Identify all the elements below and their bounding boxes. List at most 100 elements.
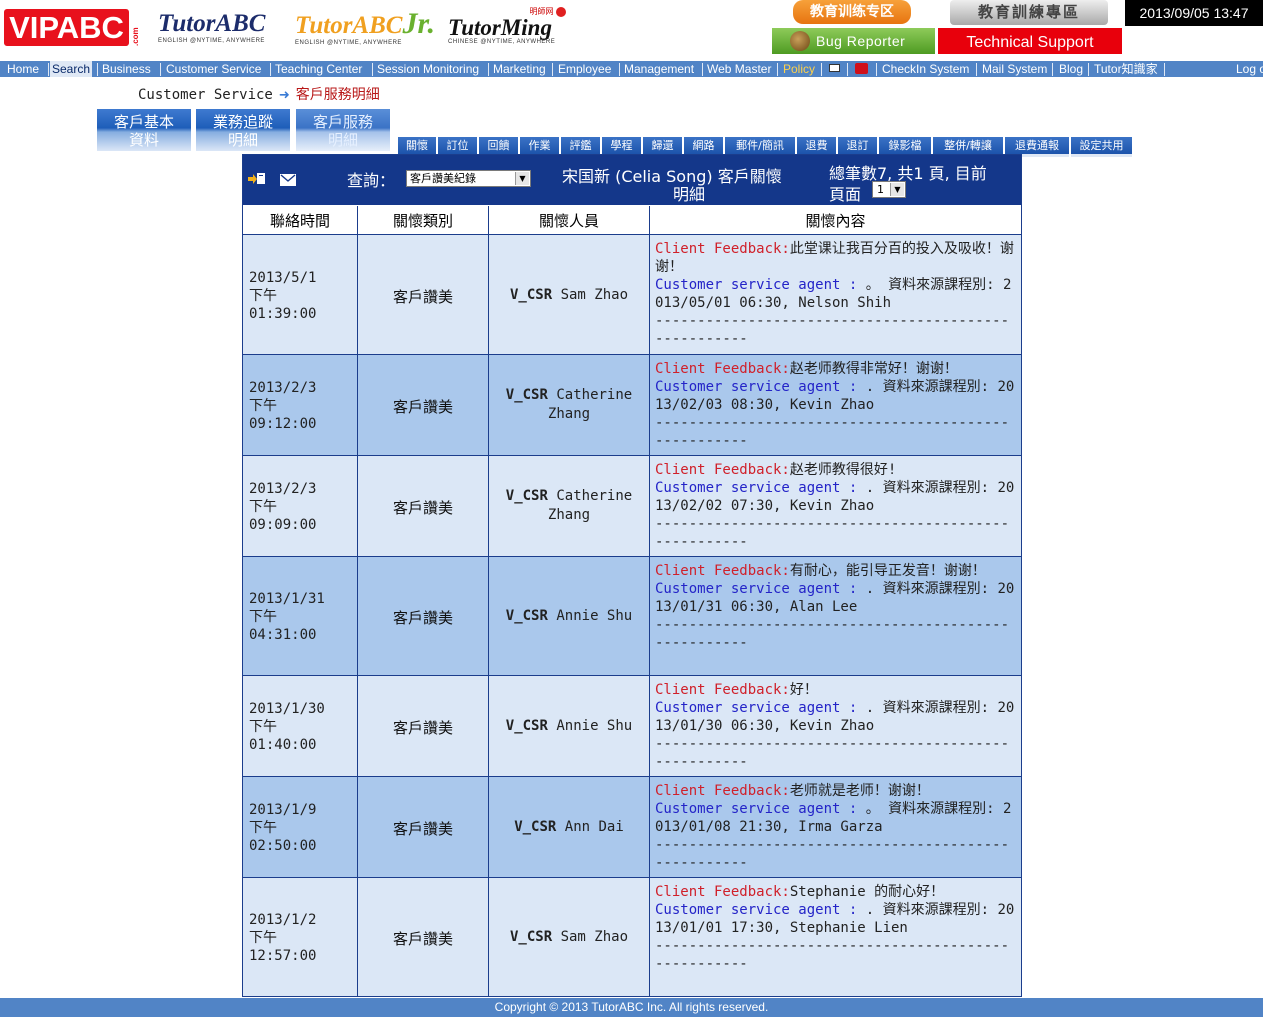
staff-prefix: V_CSR: [505, 718, 548, 734]
tutorabc-tagline: ENGLISH @NYTIME, ANYWHERE: [158, 38, 265, 44]
nav-divider: [1088, 63, 1089, 76]
cell-care-type: 客戶讚美: [358, 557, 489, 675]
vipabc-logo[interactable]: VIPABC: [4, 9, 129, 46]
client-feedback-label: Client Feedback:: [655, 241, 790, 257]
nav-customer-service[interactable]: Customer Service: [166, 61, 261, 77]
tab-label-line2: 資料: [128, 131, 159, 149]
staff-prefix: V_CSR: [505, 608, 548, 624]
tutorabc-jr-logo[interactable]: TutorABCJr. ENGLISH @NYTIME, ANYWHERE: [295, 9, 435, 50]
cell-care-type: 客戶讚美: [358, 456, 489, 556]
nav-home[interactable]: Home: [7, 61, 39, 77]
envelope-icon[interactable]: [280, 174, 296, 186]
contact-ampm: 下午: [249, 288, 277, 304]
col-header-care-content[interactable]: 關懷內容: [650, 206, 1021, 234]
tab-sales-tracking[interactable]: 業務追蹤 明細: [196, 109, 290, 151]
nav-teaching-center[interactable]: Teaching Center: [275, 61, 362, 77]
cell-care-content: Client Feedback:好！ Customer service agent…: [650, 676, 1021, 776]
nav-divider: [976, 63, 977, 76]
cell-contact-time: 2013/1/2 下午 12:57:00: [243, 878, 358, 996]
care-staff-text: V_CSR Sam Zhao: [489, 286, 649, 305]
care-type-text: 客戶讚美: [392, 398, 453, 416]
col-header-contact-time[interactable]: 聯絡時間: [243, 206, 358, 234]
contact-date: 2013/2/3: [249, 380, 317, 396]
chevron-down-icon: ▼: [890, 183, 904, 196]
nav-blog[interactable]: Blog: [1059, 61, 1083, 77]
tab-label-line1: 業務追蹤: [212, 113, 273, 131]
nav-tutor-knowledge[interactable]: Tutor知識家: [1094, 61, 1158, 77]
col-header-care-staff[interactable]: 關懷人員: [489, 206, 650, 234]
nav-mail-system[interactable]: Mail System: [982, 61, 1047, 77]
contact-date: 2013/1/2: [249, 912, 317, 928]
client-feedback-text: 有耐心，能引导正发音！谢谢！: [789, 563, 986, 579]
nav-employee[interactable]: Employee: [558, 61, 611, 77]
table-row: 2013/1/31 下午 04:31:00 客戶讚美 V_CSR Annie Shu…: [243, 556, 1021, 675]
col-header-care-type[interactable]: 關懷類別: [358, 206, 489, 234]
client-feedback-label: Client Feedback:: [655, 682, 790, 698]
tutorabc-jr-brand: TutorABC: [295, 12, 403, 39]
tab-label-line2: 明細: [327, 131, 358, 149]
separator-line: ----------------------------------------…: [655, 617, 1010, 651]
tab-customer-service-detail[interactable]: 客戶服務 明細: [296, 109, 390, 151]
cell-care-staff: V_CSR Sam Zhao: [489, 235, 650, 354]
nav-logout[interactable]: Log o: [1236, 61, 1263, 77]
nav-policy[interactable]: Policy: [783, 61, 815, 77]
client-feedback-label: Client Feedback:: [655, 884, 790, 900]
cell-care-content: Client Feedback:有耐心，能引导正发音！谢谢！ Customer s…: [650, 557, 1021, 675]
nav-web-master[interactable]: Web Master: [707, 61, 771, 77]
agent-label: Customer service agent :: [655, 277, 858, 293]
contact-time: 12:57:00: [249, 948, 317, 964]
care-type-text: 客戶讚美: [392, 499, 453, 517]
page-select[interactable]: 1 ▼: [872, 181, 906, 198]
edu-training-button[interactable]: 教育訓練專區: [950, 0, 1108, 25]
tutorming-badge-icon: [556, 6, 566, 17]
export-icon[interactable]: [247, 172, 267, 186]
nav-marketing[interactable]: Marketing: [493, 61, 546, 77]
client-feedback-label: Client Feedback:: [655, 563, 790, 579]
mail-icon[interactable]: [829, 64, 840, 72]
chevron-down-icon: ▼: [515, 172, 529, 185]
separator-line: ----------------------------------------…: [655, 516, 1010, 550]
nav-checkin-system[interactable]: CheckIn System: [882, 61, 969, 77]
table-row: 2013/1/2 下午 12:57:00 客戶讚美 V_CSR Sam Zhao C…: [243, 877, 1021, 996]
breadcrumb-root[interactable]: Customer Service: [138, 87, 273, 103]
nav-divider: [552, 63, 553, 76]
nav-business[interactable]: Business: [102, 61, 151, 77]
agent-label: Customer service agent :: [655, 700, 858, 716]
care-content-text: Client Feedback:老师就是老师！谢谢！ Customer servi…: [655, 782, 1017, 872]
subtab-share-settings[interactable]: 設定共用: [1071, 137, 1132, 157]
contact-time: 09:12:00: [249, 416, 317, 432]
nav-session-monitoring[interactable]: Session Monitoring: [377, 61, 479, 77]
staff-name: Catherine Zhang: [547, 387, 633, 422]
nav-search[interactable]: Search: [50, 61, 93, 77]
staff-name: Sam Zhao: [560, 287, 629, 303]
tutorming-tagline: CHINESE @NYTIME, ANYWHERE: [448, 39, 556, 45]
vipabc-com-logo-text: .com: [131, 27, 140, 46]
nav-divider: [702, 63, 703, 76]
contact-time-text: 2013/1/30 下午 01:40:00: [249, 700, 325, 754]
edu-zone-button[interactable]: 教育训练专区: [793, 0, 911, 24]
tutorming-logo[interactable]: 明師网 TutorMing CHINESE @NYTIME, ANYWHERE: [448, 6, 578, 50]
care-content-text: Client Feedback:赵老师教得非常好！谢谢！ Customer ser…: [655, 360, 1017, 450]
contact-ampm: 下午: [249, 398, 277, 414]
technical-support-button[interactable]: Technical Support: [937, 27, 1123, 55]
bug-icon: [790, 31, 810, 51]
tutorabc-logo[interactable]: TutorABC ENGLISH @NYTIME, ANYWHERE: [158, 10, 278, 50]
care-type-text: 客戶讚美: [392, 820, 453, 838]
contact-ampm: 下午: [249, 930, 277, 946]
cell-care-type: 客戶讚美: [358, 235, 489, 354]
care-type-text: 客戶讚美: [392, 609, 453, 627]
staff-name: Annie Shu: [556, 718, 633, 734]
cell-contact-time: 2013/1/31 下午 04:31:00: [243, 557, 358, 675]
care-staff-text: V_CSR Annie Shu: [489, 607, 649, 626]
cell-care-staff: V_CSR Annie Shu: [489, 676, 650, 776]
cell-care-type: 客戶讚美: [358, 355, 489, 455]
arrow-right-icon: ➜: [278, 88, 290, 103]
tab-customer-basic-info[interactable]: 客戶基本 資料: [97, 109, 191, 151]
care-staff-text: V_CSR Ann Dai: [489, 818, 649, 837]
student-title-suffix: 明細: [673, 185, 706, 204]
nav-management[interactable]: Management: [624, 61, 694, 77]
staff-name: Sam Zhao: [560, 929, 629, 945]
query-type-select[interactable]: 客戶讚美紀錄 ▼: [406, 170, 531, 187]
phone-icon[interactable]: [855, 63, 868, 74]
page-select-value: 1: [877, 183, 884, 196]
